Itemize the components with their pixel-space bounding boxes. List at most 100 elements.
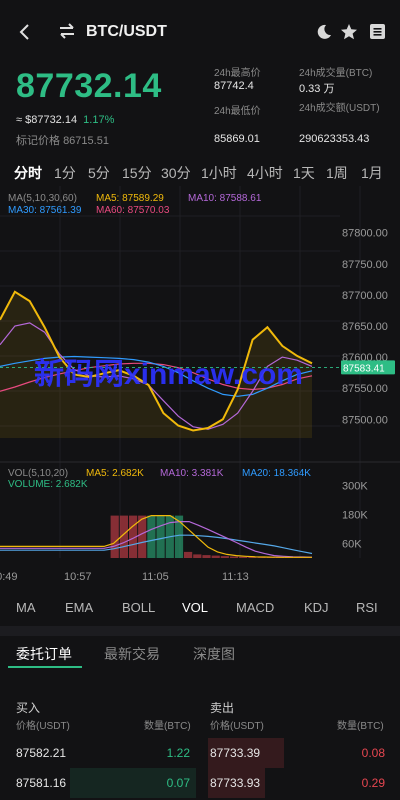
- timeframe-tab[interactable]: 1天: [293, 163, 315, 183]
- volume-bar: [220, 556, 229, 558]
- volume-btc-value: 0.33 万: [299, 83, 335, 95]
- timeframe-tab[interactable]: 15分: [122, 163, 152, 183]
- timeframe-tab[interactable]: 5分: [88, 163, 110, 183]
- ma-legend-title: MA(5,10,30,60): [8, 193, 77, 204]
- price-chart[interactable]: 87800.0087750.0087700.0087650.0087600.00…: [0, 186, 400, 586]
- swap-icon[interactable]: [58, 22, 76, 40]
- volume-bar: [184, 551, 193, 558]
- orders-tab[interactable]: 深度图: [193, 644, 235, 664]
- ma5-legend: MA5: 87589.29: [96, 193, 164, 204]
- current-price-label: 87583.41: [343, 363, 385, 374]
- indicator-tab[interactable]: RSI: [356, 600, 378, 615]
- ask-qty: 0.08: [361, 746, 385, 760]
- bid-price-column: 价格(USDT): [16, 721, 70, 732]
- ask-price: 87733.93: [210, 776, 261, 790]
- section-divider: [0, 626, 400, 636]
- indicator-tab[interactable]: MACD: [236, 600, 274, 615]
- bid-price: 87582.21: [16, 746, 67, 760]
- volume-ma20-line: [0, 534, 313, 555]
- timeframe-tab[interactable]: 1小时: [201, 163, 237, 183]
- bid-qty: 0.07: [166, 776, 190, 790]
- vol-ma5-legend: MA5: 2.682K: [86, 468, 144, 479]
- vol-ma20-legend: MA20: 18.364K: [242, 468, 311, 479]
- orderbook-row[interactable]: 87581.16 0.07 87733.93 0.29: [0, 768, 400, 798]
- volume-axis-tick: 60K: [342, 538, 362, 550]
- low-label: 24h最低价: [214, 106, 261, 117]
- timeframe-tab[interactable]: 1分: [54, 163, 76, 183]
- buy-header: 买入: [16, 701, 41, 715]
- star-icon[interactable]: [340, 23, 358, 41]
- high-label: 24h最高价: [214, 68, 261, 79]
- volume-ma5-line: [0, 515, 312, 558]
- ask-qty-column: 数量(BTC): [337, 721, 384, 732]
- volume-axis-tick: 300K: [342, 480, 368, 492]
- orders-tab[interactable]: 最新交易: [104, 644, 160, 664]
- chart-area[interactable]: 87800.00 87750.00 87700.00 87650.00 87600.00…: [0, 186, 400, 586]
- fiat-price: ≈ $87732.14 1.17%: [16, 114, 114, 126]
- indicator-tab[interactable]: MA: [16, 600, 36, 615]
- timeframe-tab[interactable]: 分时: [14, 163, 42, 183]
- volume-bar: [211, 555, 220, 558]
- timeframe-tab[interactable]: 30分: [161, 163, 191, 183]
- price-axis-tick: 87550.00: [342, 383, 388, 395]
- price-axis-tick: 87750.00: [342, 259, 388, 271]
- price-axis-tick: 87500.00: [342, 414, 388, 426]
- price-axis-tick: 87700.00: [342, 290, 388, 302]
- volume-bar: [110, 515, 119, 558]
- indicator-tab[interactable]: VOL: [182, 600, 208, 615]
- active-tab-underline: [8, 666, 82, 668]
- ask-price-column: 价格(USDT): [210, 721, 264, 732]
- ma60-legend: MA60: 87570.03: [96, 205, 170, 216]
- volume-bar: [229, 556, 239, 558]
- time-axis-tick: 11:05: [142, 571, 169, 583]
- indicator-tab[interactable]: BOLL: [122, 600, 155, 615]
- volume-bar: [156, 515, 165, 558]
- volume-usdt-value: 290623353.43: [299, 133, 370, 145]
- timeframe-bar: 分时 1分 5分 15分 30分 1小时 4小时 1天 1周 1月: [0, 160, 400, 184]
- indicator-bar: MA EMA BOLL VOL MACD KDJ RSI: [0, 596, 400, 622]
- price-axis-tick: 87800.00: [342, 228, 388, 240]
- back-arrow-icon[interactable]: [16, 20, 34, 44]
- time-axis-tick: 10:57: [64, 571, 92, 583]
- volume-bar: [193, 554, 202, 558]
- mark-price-value: 86715.51: [63, 135, 109, 147]
- volume-legend: VOLUME: 2.682K: [8, 479, 88, 490]
- volume-bar: [147, 515, 156, 558]
- price-axis-tick: 87650.00: [342, 321, 388, 333]
- ma30-legend: MA30: 87561.39: [8, 205, 82, 216]
- indicator-tab[interactable]: EMA: [65, 600, 93, 615]
- bid-qty: 1.22: [166, 746, 190, 760]
- change-percent: 1.17%: [83, 114, 115, 126]
- timeframe-tab[interactable]: 1月: [361, 163, 383, 183]
- bid-qty-column: 数量(BTC): [144, 721, 191, 732]
- fiat-price-value: ≈ $87732.14: [16, 114, 78, 126]
- moon-icon[interactable]: [316, 24, 332, 40]
- ask-qty: 0.29: [361, 776, 385, 790]
- ask-price: 87733.39: [210, 746, 261, 760]
- timeframe-tab[interactable]: 1周: [326, 163, 348, 183]
- timeframe-tab[interactable]: 4小时: [247, 163, 283, 183]
- top-bar: BTC/USDT: [0, 0, 400, 64]
- mark-price: 标记价格 86715.51: [16, 132, 109, 148]
- indicator-tab[interactable]: KDJ: [304, 600, 329, 615]
- time-axis-tick: 11:13: [222, 571, 249, 583]
- volume-bar: [239, 556, 248, 558]
- bid-price: 87581.16: [16, 776, 67, 790]
- watermark-text: 新码网xinmaw.com: [34, 358, 303, 391]
- volume-bar: [202, 555, 211, 558]
- high-value: 87742.4: [214, 80, 254, 92]
- ma10-legend: MA10: 87588.61: [188, 193, 262, 204]
- trading-pair-title[interactable]: BTC/USDT: [86, 23, 167, 41]
- last-price: 87732.14: [16, 67, 162, 105]
- vol-ma10-legend: MA10: 3.381K: [160, 468, 224, 479]
- document-icon[interactable]: [369, 23, 386, 40]
- mark-price-label: 标记价格: [16, 135, 60, 147]
- vol-legend-title: VOL(5,10,20): [8, 468, 69, 479]
- orders-tab[interactable]: 委托订单: [16, 644, 72, 664]
- volume-usdt-label: 24h成交额(USDT): [299, 103, 380, 114]
- sell-header: 卖出: [210, 701, 235, 715]
- orderbook-row[interactable]: 87582.21 1.22 87733.39 0.08: [0, 738, 400, 768]
- time-axis-tick: 10:49: [0, 571, 18, 583]
- volume-axis-tick: 180K: [342, 509, 368, 521]
- low-value: 85869.01: [214, 133, 260, 145]
